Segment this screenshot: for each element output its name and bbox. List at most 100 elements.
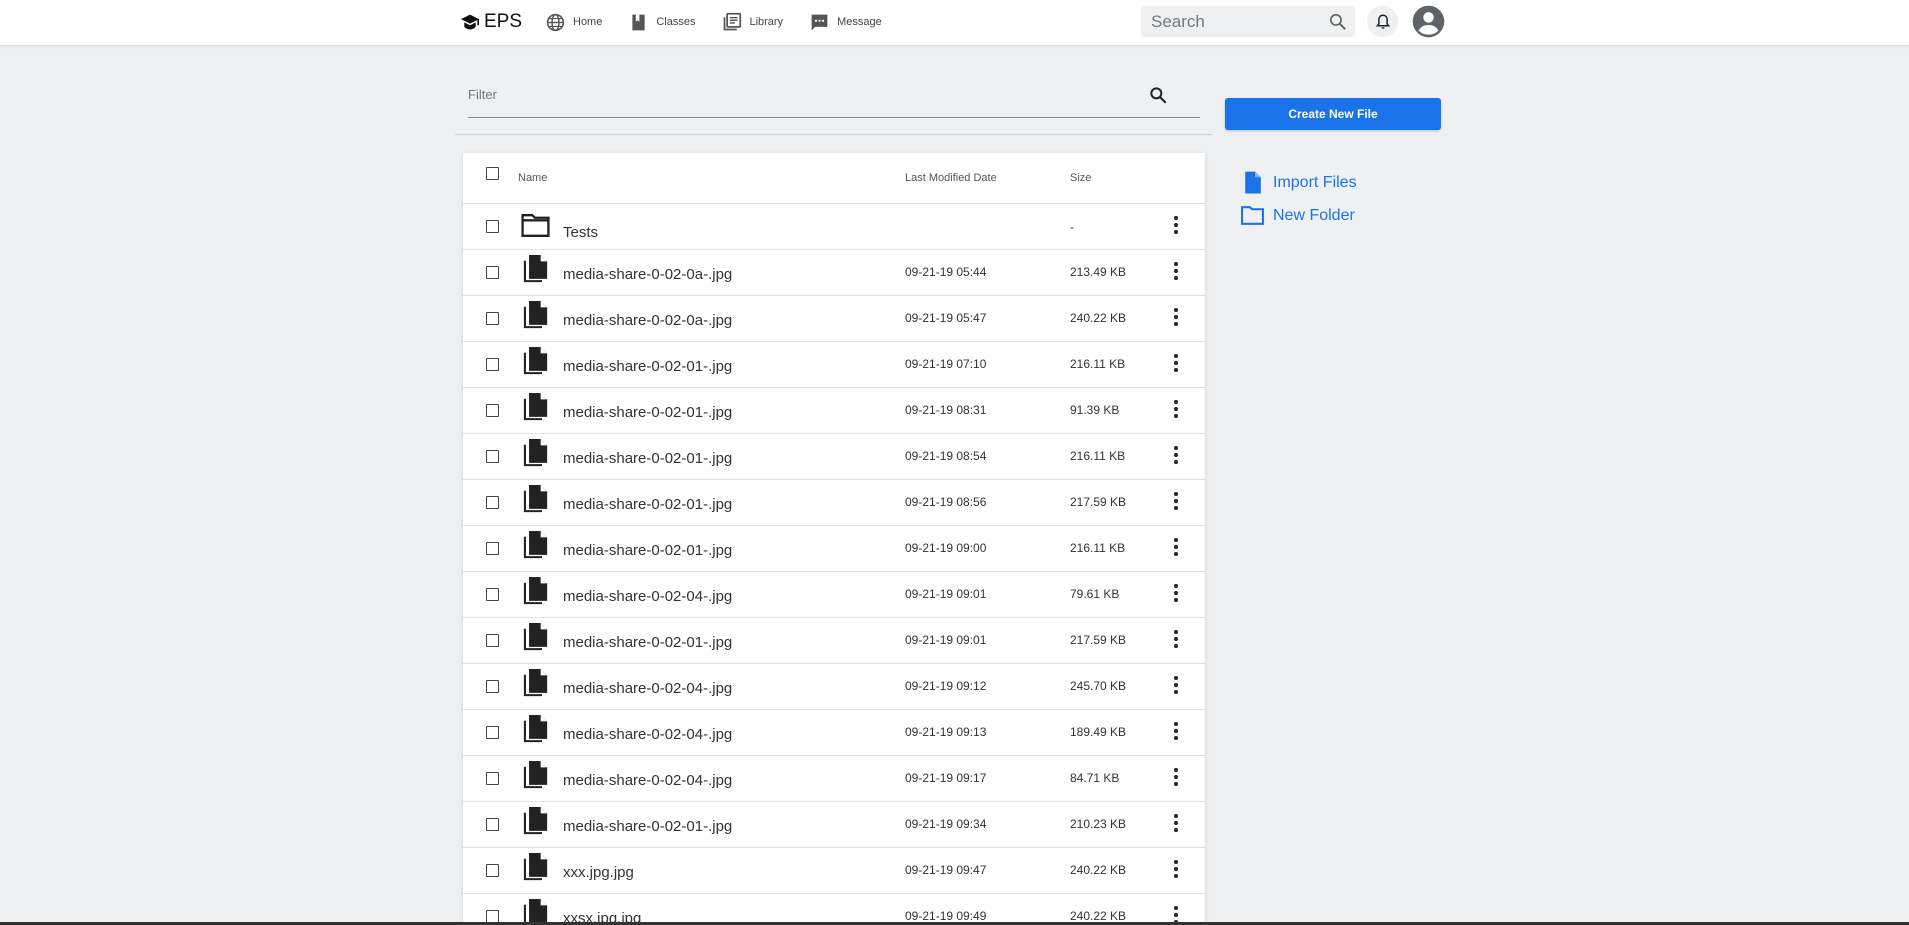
file-size: 240.22 KB (1070, 311, 1127, 325)
modified-date: 09-21-19 09:00 (905, 541, 987, 555)
more-vert-icon[interactable] (1167, 214, 1185, 236)
file-name[interactable]: media-share-0-02-01-.jpg (563, 542, 732, 559)
row-checkbox[interactable] (486, 358, 499, 371)
folder-icon (521, 214, 550, 237)
file-name[interactable]: media-share-0-02-04-.jpg (563, 588, 732, 605)
more-vert-icon[interactable] (1167, 352, 1185, 374)
row-checkbox[interactable] (486, 450, 499, 463)
file-name[interactable]: media-share-0-02-01-.jpg (563, 358, 732, 375)
file-row[interactable]: media-share-0-02-04-.jpg 09-21-19 09:12 24… (463, 664, 1205, 710)
column-header-name[interactable]: Name (518, 172, 547, 184)
file-name[interactable]: media-share-0-02-01-.jpg (563, 404, 732, 421)
file-row[interactable]: media-share-0-02-01-.jpg 09-21-19 08:56 21… (463, 480, 1205, 526)
row-checkbox[interactable] (486, 680, 499, 693)
more-vert-icon[interactable] (1167, 444, 1185, 466)
notifications-button[interactable] (1367, 6, 1398, 37)
row-checkbox[interactable] (486, 404, 499, 417)
modified-date: 09-21-19 08:54 (905, 449, 987, 463)
file-name[interactable]: media-share-0-02-01-.jpg (563, 818, 732, 835)
more-vert-icon[interactable] (1167, 398, 1185, 420)
more-vert-icon[interactable] (1167, 490, 1185, 512)
modified-date: 09-21-19 09:17 (905, 771, 987, 785)
file-name[interactable]: media-share-0-02-0a-.jpg (563, 266, 732, 283)
file-row[interactable]: media-share-0-02-01-.jpg 09-21-19 08:54 21… (463, 434, 1205, 480)
import-files-label: Import Files (1273, 173, 1357, 191)
file-name[interactable]: media-share-0-02-04-.jpg (563, 772, 732, 789)
row-checkbox[interactable] (486, 634, 499, 647)
row-checkbox[interactable] (486, 266, 499, 279)
nav-item-classes[interactable]: Classes (628, 10, 695, 34)
file-name[interactable]: media-share-0-02-0a-.jpg (563, 312, 732, 329)
row-checkbox[interactable] (486, 496, 499, 509)
graduation-cap-icon (461, 14, 479, 30)
file-row[interactable]: xxsx.jpg.jpg 09-21-19 09:49 240.22 KB (463, 894, 1205, 925)
modified-date: 09-21-19 09:13 (905, 725, 987, 739)
search-icon[interactable] (1328, 12, 1347, 31)
file-row[interactable]: media-share-0-02-0a-.jpg 09-21-19 05:47 24… (463, 296, 1205, 342)
file-name[interactable]: Tests (563, 224, 598, 241)
more-vert-icon[interactable] (1167, 536, 1185, 558)
select-all-checkbox[interactable] (486, 167, 499, 180)
new-folder-link[interactable]: New Folder (1240, 199, 1357, 232)
more-vert-icon[interactable] (1167, 812, 1185, 834)
file-name[interactable]: media-share-0-02-01-.jpg (563, 634, 732, 651)
import-files-link[interactable]: Import Files (1240, 166, 1357, 199)
file-row[interactable]: media-share-0-02-04-.jpg 09-21-19 09:17 84… (463, 756, 1205, 802)
create-new-file-button[interactable]: Create New File (1225, 98, 1441, 130)
row-checkbox[interactable] (486, 726, 499, 739)
file-row[interactable]: media-share-0-02-01-.jpg 09-21-19 08:31 91… (463, 388, 1205, 434)
file-name[interactable]: media-share-0-02-01-.jpg (563, 450, 732, 467)
user-avatar-icon[interactable] (1412, 5, 1445, 38)
more-vert-icon[interactable] (1167, 260, 1185, 282)
file-copy-icon (523, 530, 548, 559)
file-row[interactable]: media-share-0-02-01-.jpg 09-21-19 09:34 21… (463, 802, 1205, 848)
more-vert-icon[interactable] (1167, 306, 1185, 328)
row-checkbox[interactable] (486, 312, 499, 325)
file-copy-icon (523, 714, 548, 743)
file-name[interactable]: media-share-0-02-04-.jpg (563, 680, 732, 697)
file-row[interactable]: media-share-0-02-04-.jpg 09-21-19 09:13 18… (463, 710, 1205, 756)
more-vert-icon[interactable] (1167, 628, 1185, 650)
row-checkbox[interactable] (486, 220, 499, 233)
file-name[interactable]: xxx.jpg.jpg (563, 864, 634, 881)
search-input[interactable] (1141, 11, 1321, 32)
more-vert-icon[interactable] (1167, 720, 1185, 742)
file-copy-icon (523, 438, 548, 467)
row-checkbox[interactable] (486, 588, 499, 601)
search-icon[interactable] (1148, 85, 1168, 105)
column-header-size[interactable]: Size (1070, 172, 1091, 184)
file-name[interactable]: media-share-0-02-01-.jpg (563, 496, 732, 513)
nav-item-message[interactable]: Message (809, 10, 882, 34)
more-vert-icon[interactable] (1167, 858, 1185, 880)
more-vert-icon[interactable] (1167, 674, 1185, 696)
row-checkbox[interactable] (486, 772, 499, 785)
file-row[interactable]: xxx.jpg.jpg 09-21-19 09:47 240.22 KB (463, 848, 1205, 894)
bell-icon (1375, 13, 1390, 29)
nav-item-library[interactable]: Library (721, 10, 783, 34)
filter-input[interactable] (468, 83, 1148, 105)
more-vert-icon[interactable] (1167, 766, 1185, 788)
file-row[interactable]: media-share-0-02-01-.jpg 09-21-19 09:01 21… (463, 618, 1205, 664)
file-size: 217.59 KB (1070, 495, 1127, 509)
file-name[interactable]: media-share-0-02-04-.jpg (563, 726, 732, 743)
file-copy-icon (523, 668, 548, 697)
file-row[interactable]: media-share-0-02-04-.jpg 09-21-19 09:01 79… (463, 572, 1205, 618)
nav-item-home[interactable]: Home (545, 10, 602, 34)
file-size: 210.23 KB (1070, 817, 1127, 831)
file-size: 217.59 KB (1070, 633, 1127, 647)
file-copy-icon (523, 852, 548, 881)
nav-label-classes: Classes (656, 16, 696, 28)
row-checkbox[interactable] (486, 542, 499, 555)
file-row[interactable]: media-share-0-02-0a-.jpg 09-21-19 05:44 21… (463, 250, 1205, 296)
file-size: 84.71 KB (1070, 771, 1120, 785)
row-checkbox[interactable] (486, 864, 499, 877)
more-vert-icon[interactable] (1167, 582, 1185, 604)
message-icon (811, 14, 828, 30)
column-header-date[interactable]: Last Modified Date (905, 172, 997, 184)
modified-date: 09-21-19 09:47 (905, 863, 987, 877)
folder-row[interactable]: Tests - (463, 204, 1205, 250)
row-checkbox[interactable] (486, 818, 499, 831)
file-row[interactable]: media-share-0-02-01-.jpg 09-21-19 07:10 21… (463, 342, 1205, 388)
file-row[interactable]: media-share-0-02-01-.jpg 09-21-19 09:00 21… (463, 526, 1205, 572)
brand[interactable]: EPS (460, 10, 522, 34)
